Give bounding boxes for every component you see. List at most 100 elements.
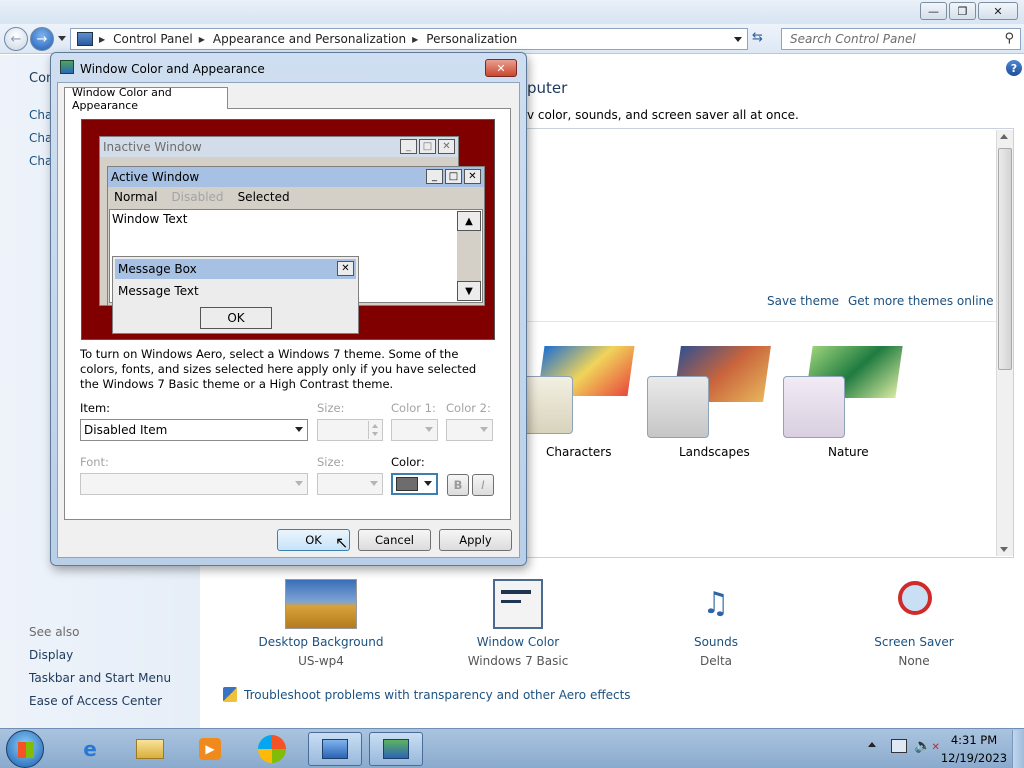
cancel-button[interactable]: Cancel [358, 529, 431, 551]
dialog-title: Window Color and Appearance [80, 62, 265, 76]
preview-scroll-down-icon: ▼ [457, 281, 481, 301]
color-swatch [396, 477, 418, 491]
themes-scrollbar[interactable] [996, 130, 1013, 556]
taskbar-window-color[interactable] [369, 732, 423, 766]
volume-muted-icon[interactable]: 🔈✕ [914, 738, 940, 754]
theme-landscapes-label[interactable]: Landscapes [679, 445, 750, 459]
breadcrumb-personalization[interactable]: Personalization [426, 32, 517, 46]
start-button[interactable] [6, 730, 44, 768]
preview-inactive-caption: Inactive Window _ □ ✕ [100, 137, 458, 157]
dialog-app-icon [60, 60, 74, 74]
minimize-icon[interactable]: — [920, 2, 947, 20]
back-button[interactable]: ← [4, 27, 28, 51]
sidebar-link[interactable]: Cha [29, 131, 52, 145]
font-size-label: Size: [317, 455, 345, 469]
divider [520, 321, 996, 322]
apply-button[interactable]: Apply [439, 529, 512, 551]
desktop-background-value: US-wp4 [298, 654, 344, 668]
forward-arrow-icon: → [36, 31, 48, 47]
mouse-cursor-icon: ↖ [335, 533, 349, 552]
sounds-value: Delta [699, 654, 732, 668]
color-picker[interactable] [391, 473, 438, 495]
screen-saver-label[interactable]: Screen Saver [844, 635, 984, 649]
preview-message-text: Message Text [118, 284, 199, 298]
see-also-ease-of-access[interactable]: Ease of Access Center [29, 694, 162, 708]
breadcrumb-separator-icon[interactable]: ▶ [412, 35, 418, 44]
see-also-display[interactable]: Display [29, 648, 73, 662]
breadcrumb-separator-icon[interactable]: ▶ [99, 35, 105, 44]
theme-nature-label[interactable]: Nature [828, 445, 869, 459]
color2-label: Color 2: [446, 401, 491, 415]
preview-menu-disabled: Disabled [171, 190, 224, 204]
taskbar-windows-logo[interactable] [245, 732, 299, 766]
address-dropdown-icon[interactable] [734, 37, 742, 42]
color2-picker [446, 419, 493, 441]
save-theme-link[interactable]: Save theme [767, 294, 839, 308]
desktop-background-label[interactable]: Desktop Background [251, 635, 391, 649]
desktop-background-item[interactable]: Desktop Background US-wp4 [251, 579, 391, 668]
preview-window-text: Window Text [112, 212, 188, 226]
sidebar-link[interactable]: Cha [29, 154, 52, 168]
window-color-taskbar-icon [383, 739, 409, 759]
forward-button[interactable]: → [30, 27, 54, 51]
sidebar-link[interactable]: Cha [29, 108, 52, 122]
search-input[interactable]: Search Control Panel ⚲ [781, 28, 1021, 50]
restore-icon[interactable]: ❐ [949, 2, 976, 20]
tab-window-color-appearance[interactable]: Window Color and Appearance [64, 86, 228, 112]
refresh-icon[interactable]: ⇆ [752, 30, 763, 45]
bold-toggle[interactable]: B [447, 474, 469, 496]
show-desktop-button[interactable] [1012, 730, 1024, 768]
clock-date[interactable]: 12/19/2023 [938, 751, 1010, 765]
control-panel-icon [77, 32, 93, 46]
address-bar[interactable]: ▶ Control Panel ▶ Appearance and Persona… [70, 28, 748, 50]
preview-menu-normal: Normal [114, 190, 158, 204]
screen-saver-item[interactable]: Screen Saver None [844, 579, 984, 668]
taskbar-explorer[interactable] [123, 732, 177, 766]
taskbar-media-player[interactable]: ▶ [183, 732, 237, 766]
taskbar-internet-explorer[interactable]: e [63, 732, 117, 766]
window-color-label[interactable]: Window Color [448, 635, 588, 649]
preview-minimize-icon: _ [426, 169, 443, 184]
theme-characters-label[interactable]: Characters [546, 445, 612, 459]
show-hidden-icons-icon[interactable] [868, 742, 876, 747]
dialog-close-icon[interactable]: ✕ [485, 59, 517, 77]
close-icon[interactable]: ✕ [978, 2, 1018, 20]
breadcrumb-appearance[interactable]: Appearance and Personalization [213, 32, 406, 46]
preview-scroll-up-icon: ▲ [457, 211, 481, 231]
troubleshoot-link[interactable]: Troubleshoot problems with transparency … [244, 688, 631, 702]
see-also-taskbar[interactable]: Taskbar and Start Menu [29, 671, 171, 685]
preview-maximize-icon: □ [419, 139, 436, 154]
italic-toggle[interactable]: I [472, 474, 494, 496]
item-select[interactable]: Disabled Item [80, 419, 308, 441]
sounds-icon: ♫ [702, 586, 730, 621]
taskbar-control-panel[interactable] [308, 732, 362, 766]
breadcrumb-control-panel[interactable]: Control Panel [113, 32, 193, 46]
back-arrow-icon: ← [10, 31, 22, 47]
recent-pages-chevron-icon[interactable] [58, 36, 66, 41]
theme-landscapes-thumbnail[interactable] [647, 340, 771, 438]
control-panel-taskbar-icon [322, 739, 348, 759]
scroll-thumb[interactable] [998, 148, 1012, 370]
appearance-preview[interactable]: Inactive Window _ □ ✕ Active Window _ □ … [81, 119, 495, 340]
item-label: Item: [80, 401, 111, 415]
network-icon[interactable] [891, 739, 907, 753]
color-label: Color: [391, 455, 425, 469]
theme-characters-thumbnail[interactable] [515, 340, 635, 434]
help-icon[interactable]: ? [1006, 60, 1022, 76]
theme-nature-thumbnail[interactable] [783, 340, 903, 438]
font-select-chevron-icon [295, 481, 303, 486]
internet-explorer-icon: e [83, 737, 97, 761]
sounds-item[interactable]: ♫ Sounds Delta [646, 579, 786, 668]
search-icon[interactable]: ⚲ [1004, 31, 1014, 46]
preview-maximize-icon: □ [445, 169, 462, 184]
preview-message-ok: OK [200, 307, 272, 329]
see-also-label: See also [29, 625, 80, 639]
clock-time[interactable]: 4:31 PM [944, 733, 1004, 747]
get-more-themes-link[interactable]: Get more themes online [848, 294, 994, 308]
scroll-down-icon[interactable] [1000, 547, 1008, 552]
scroll-up-icon[interactable] [1000, 134, 1008, 139]
breadcrumb-separator-icon[interactable]: ▶ [199, 35, 205, 44]
size-spinner [317, 419, 383, 441]
window-color-item[interactable]: Window Color Windows 7 Basic [448, 579, 588, 668]
sounds-label[interactable]: Sounds [646, 635, 786, 649]
